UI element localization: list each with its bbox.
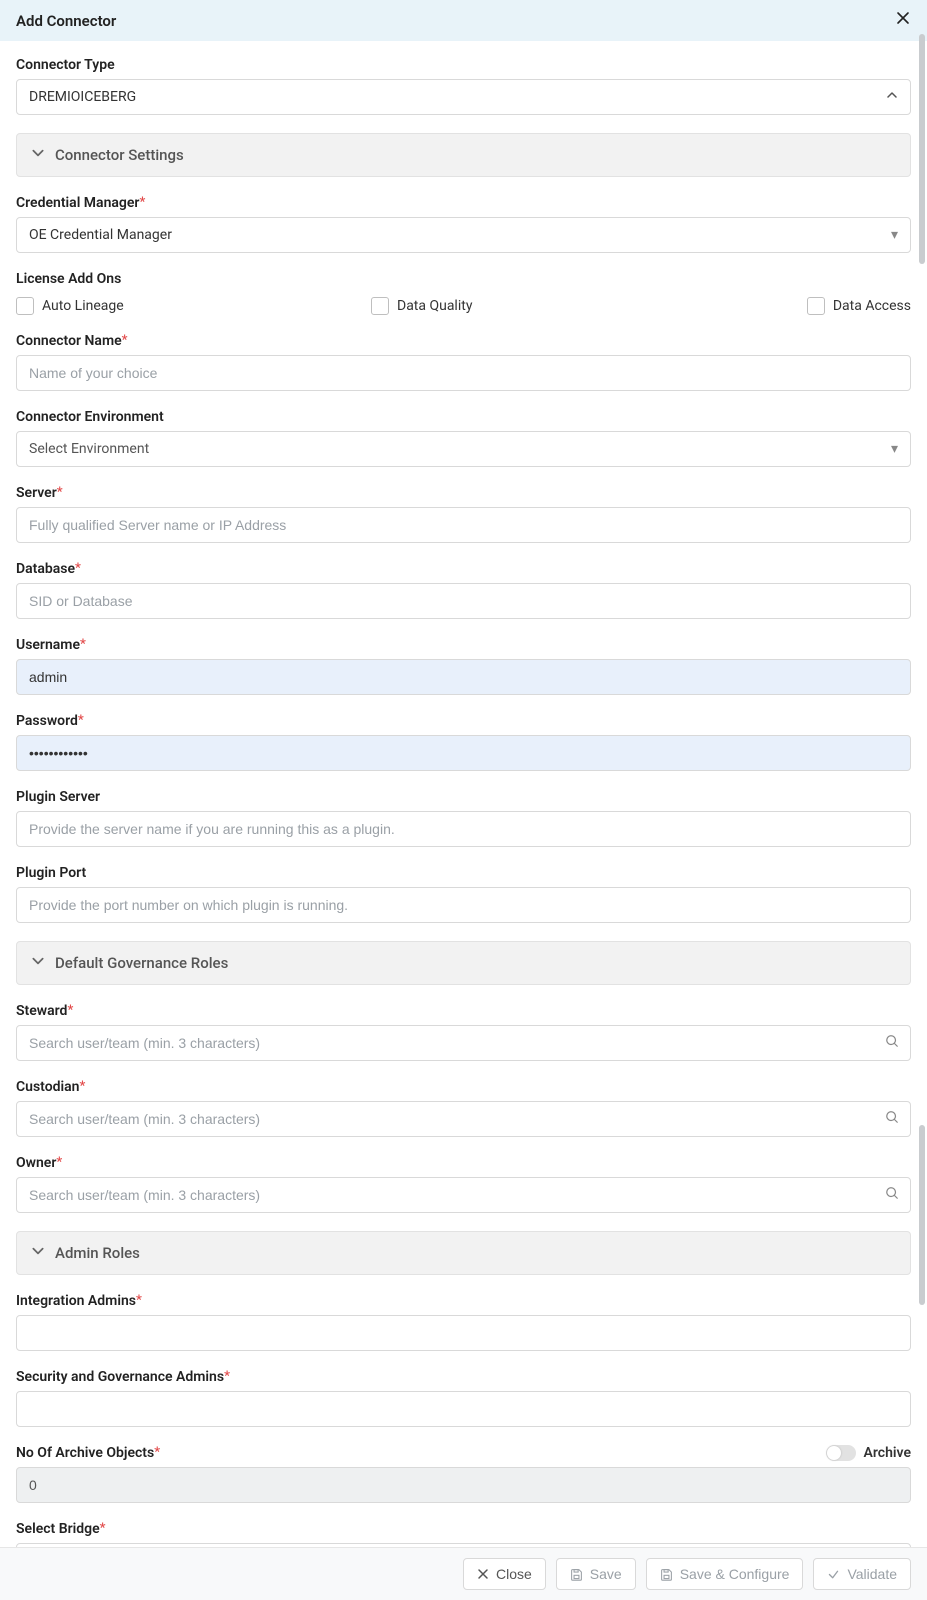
archive-objects-input[interactable]	[16, 1467, 911, 1503]
auto-lineage-label: Auto Lineage	[42, 298, 124, 314]
save-icon	[570, 1568, 583, 1581]
dialog-title: Add Connector	[16, 12, 116, 30]
search-icon	[885, 1034, 899, 1052]
save-configure-button[interactable]: Save & Configure	[646, 1558, 804, 1590]
select-bridge-label: Select Bridge*	[16, 1521, 911, 1537]
dialog-header: Add Connector	[0, 0, 927, 41]
connector-environment-select[interactable]: Select Environment ▾	[16, 431, 911, 467]
plugin-server-field: Plugin Server	[16, 789, 911, 847]
check-icon	[827, 1568, 840, 1581]
database-input[interactable]	[16, 583, 911, 619]
password-input[interactable]	[16, 735, 911, 771]
custodian-input[interactable]	[16, 1101, 911, 1137]
validate-button[interactable]: Validate	[813, 1558, 911, 1590]
plugin-port-label: Plugin Port	[16, 865, 911, 881]
license-addons-label: License Add Ons	[16, 271, 911, 287]
caret-down-icon: ▾	[891, 441, 898, 457]
database-field: Database*	[16, 561, 911, 619]
scrollbar[interactable]	[919, 34, 925, 264]
section-governance-roles[interactable]: Default Governance Roles	[16, 941, 911, 985]
archive-toggle[interactable]	[826, 1445, 856, 1461]
save-button[interactable]: Save	[556, 1558, 636, 1590]
custodian-label: Custodian*	[16, 1079, 911, 1095]
security-admins-label: Security and Governance Admins*	[16, 1369, 911, 1385]
server-input[interactable]	[16, 507, 911, 543]
integration-admins-input[interactable]	[16, 1315, 911, 1351]
connector-type-field: Connector Type DREMIOICEBERG	[16, 57, 911, 115]
connector-type-value: DREMIOICEBERG	[29, 89, 136, 105]
owner-field: Owner*	[16, 1155, 911, 1213]
connector-name-field: Connector Name*	[16, 333, 911, 391]
chevron-up-icon	[886, 89, 898, 105]
credential-manager-label: Credential Manager*	[16, 195, 911, 211]
username-field: Username*	[16, 637, 911, 695]
search-icon	[885, 1110, 899, 1128]
plugin-server-label: Plugin Server	[16, 789, 911, 805]
connector-environment-field: Connector Environment Select Environment…	[16, 409, 911, 467]
dialog-body: Connector Type DREMIOICEBERG Connector S…	[0, 41, 927, 1547]
integration-admins-label: Integration Admins*	[16, 1293, 911, 1309]
username-input[interactable]	[16, 659, 911, 695]
owner-label: Owner*	[16, 1155, 911, 1171]
username-label: Username*	[16, 637, 911, 653]
password-label: Password*	[16, 713, 911, 729]
credential-manager-field: Credential Manager* OE Credential Manage…	[16, 195, 911, 253]
data-quality-checkbox[interactable]	[371, 297, 389, 315]
credential-manager-select[interactable]: OE Credential Manager ▾	[16, 217, 911, 253]
validate-button-label: Validate	[847, 1566, 897, 1582]
section-admin-roles[interactable]: Admin Roles	[16, 1231, 911, 1275]
credential-manager-value: OE Credential Manager	[29, 227, 172, 243]
select-bridge-select[interactable]: No Bridge ▾	[16, 1543, 911, 1547]
plugin-server-input[interactable]	[16, 811, 911, 847]
password-field: Password*	[16, 713, 911, 771]
server-field: Server*	[16, 485, 911, 543]
save-icon	[660, 1568, 673, 1581]
section-connector-settings-title: Connector Settings	[55, 146, 184, 164]
save-button-label: Save	[590, 1566, 622, 1582]
plugin-port-input[interactable]	[16, 887, 911, 923]
search-icon	[885, 1186, 899, 1204]
select-bridge-field: Select Bridge* No Bridge ▾	[16, 1521, 911, 1547]
scrollbar[interactable]	[919, 1125, 925, 1305]
archive-toggle-label: Archive	[864, 1445, 911, 1461]
database-label: Database*	[16, 561, 911, 577]
auto-lineage-checkbox[interactable]	[16, 297, 34, 315]
server-label: Server*	[16, 485, 911, 501]
steward-field: Steward*	[16, 1003, 911, 1061]
license-addons-field: License Add Ons Auto Lineage Data Qualit…	[16, 271, 911, 315]
chevron-down-icon	[31, 954, 45, 972]
owner-input[interactable]	[16, 1177, 911, 1213]
data-access-checkbox[interactable]	[807, 297, 825, 315]
archive-objects-field: No Of Archive Objects* Archive	[16, 1445, 911, 1503]
plugin-port-field: Plugin Port	[16, 865, 911, 923]
connector-name-input[interactable]	[16, 355, 911, 391]
close-button-label: Close	[496, 1566, 532, 1582]
close-icon[interactable]	[895, 10, 911, 31]
x-icon	[477, 1568, 489, 1580]
section-connector-settings[interactable]: Connector Settings	[16, 133, 911, 177]
connector-environment-value: Select Environment	[29, 441, 149, 457]
archive-objects-label: No Of Archive Objects*	[16, 1445, 160, 1461]
close-button[interactable]: Close	[463, 1558, 546, 1590]
security-admins-field: Security and Governance Admins*	[16, 1369, 911, 1427]
steward-label: Steward*	[16, 1003, 911, 1019]
data-quality-label: Data Quality	[397, 298, 472, 314]
caret-down-icon: ▾	[891, 227, 898, 243]
section-governance-roles-title: Default Governance Roles	[55, 954, 228, 972]
integration-admins-field: Integration Admins*	[16, 1293, 911, 1351]
connector-type-select[interactable]: DREMIOICEBERG	[16, 79, 911, 115]
chevron-down-icon	[31, 146, 45, 164]
connector-type-label: Connector Type	[16, 57, 911, 73]
connector-name-label: Connector Name*	[16, 333, 911, 349]
custodian-field: Custodian*	[16, 1079, 911, 1137]
save-configure-button-label: Save & Configure	[680, 1566, 790, 1582]
dialog-footer: Close Save Save & Configure Validate	[0, 1547, 927, 1600]
steward-input[interactable]	[16, 1025, 911, 1061]
chevron-down-icon	[31, 1244, 45, 1262]
section-admin-roles-title: Admin Roles	[55, 1244, 140, 1262]
security-admins-input[interactable]	[16, 1391, 911, 1427]
data-access-label: Data Access	[833, 298, 911, 314]
connector-environment-label: Connector Environment	[16, 409, 911, 425]
